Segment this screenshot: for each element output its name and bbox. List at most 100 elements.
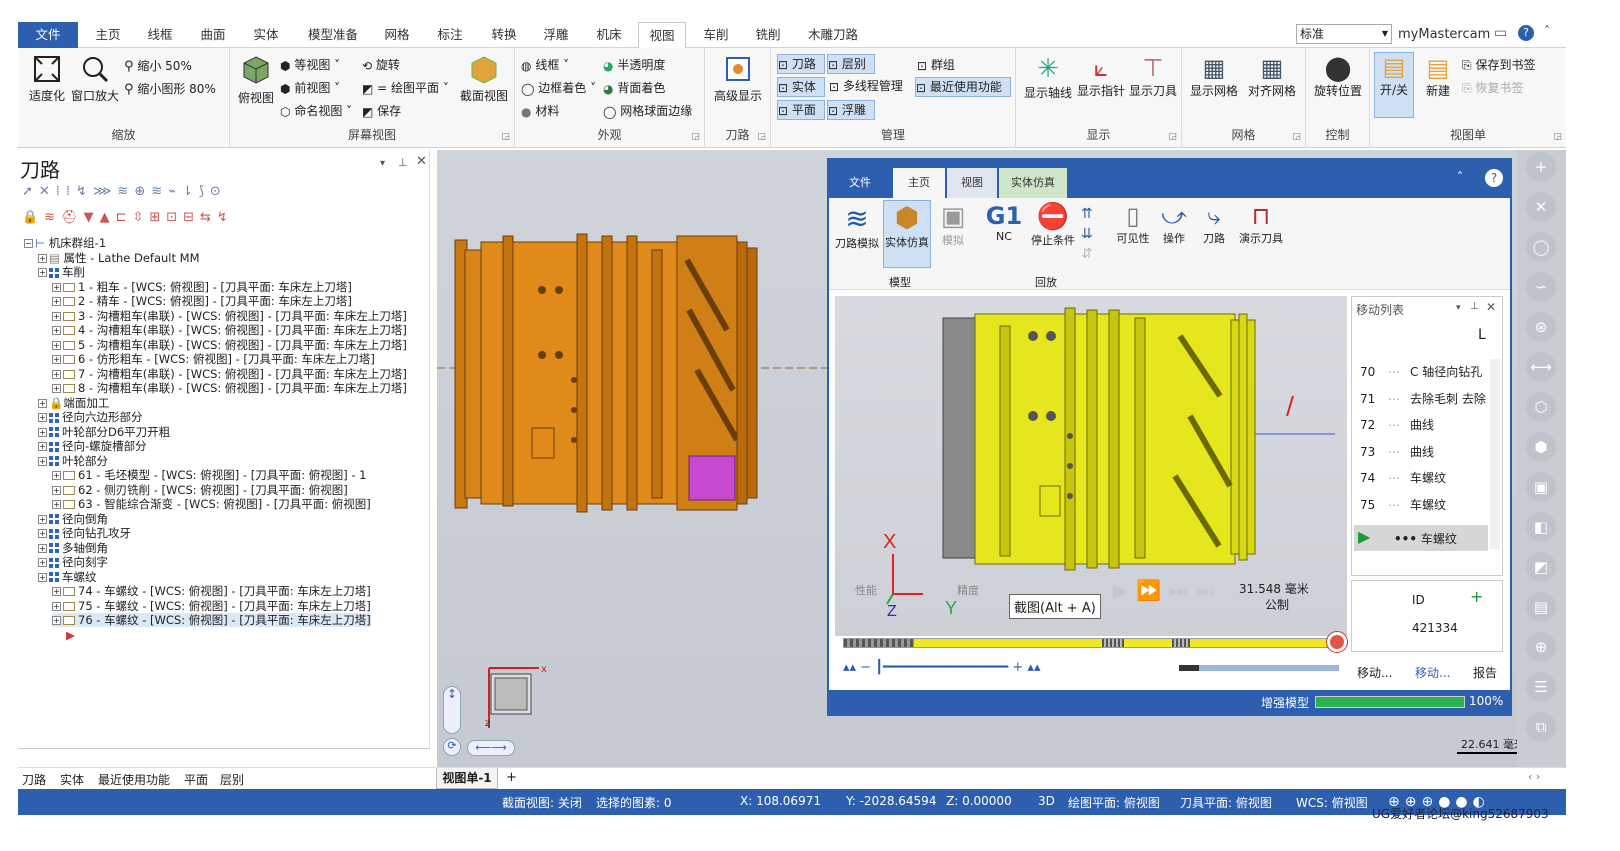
expand-icon[interactable]: + [52,587,61,596]
dialog-launcher-icon[interactable]: ◲ [691,132,700,142]
toolpath-group[interactable]: + 叶轮部分 [38,454,108,468]
operation-button[interactable]: ⤻ 操作 [1155,202,1193,246]
viewsheet-tab[interactable]: 视图单-1 [436,768,498,789]
demo-tool-button[interactable]: ⊓ 演示刀具 [1235,202,1287,246]
toolpath-group[interactable]: + 径向钻孔攻牙 [38,526,131,540]
expand-icon[interactable]: + [52,500,61,509]
bottom-tab-report[interactable]: 报告 [1473,664,1497,681]
toolpath-operation[interactable]: +74 - 车螺纹 - [WCS: 俯视图] - [刀具平面: 车床左上刀塔] [52,584,371,598]
chat-icon[interactable]: ▭ [1494,25,1507,41]
save-view-button[interactable]: ◩ 保存 [362,102,401,119]
toolpath-operation[interactable]: +8 - 沟槽粗车(串联) - [WCS: 俯视图] - [刀具平面: 车床左上… [52,381,407,395]
manager-recent-toggle[interactable]: ⊡ 最近使用功能 [915,77,1011,97]
expand-icon[interactable]: + [38,268,47,277]
expand-icon[interactable]: + [38,427,47,437]
dialog-launcher-icon[interactable]: ◲ [1168,132,1177,142]
tab-wood[interactable]: 木雕刀路 [800,22,866,48]
mesh-edges-button[interactable]: ◯ 网格球面边缘 [603,102,692,119]
manager-layer-toggle[interactable]: ⊡ 层别 [827,54,875,74]
nc-button[interactable]: G1 NC [979,202,1029,243]
expand-icon[interactable]: + [38,558,47,567]
tab-mesh[interactable]: 网格 [375,22,419,48]
toolpath-operation[interactable]: +6 - 仿形粗车 - [WCS: 俯视图] - [刀具平面: 车床左上刀塔] [52,352,375,366]
expand-icon[interactable]: + [38,413,47,422]
fillet-icon[interactable]: ⊛ [1526,312,1556,342]
toolpath-toolbar-2[interactable]: 🔒≋⛑▼▲⊏⇳⊞⊡⊟⇆↯ [22,210,234,225]
show-grid-button[interactable]: ▦ 显示网格 [1186,54,1242,99]
timeline-end-marker[interactable] [1327,632,1347,652]
translucent-button[interactable]: ◕ 半透明度 [603,56,665,73]
expand-icon[interactable]: + [52,297,61,306]
sim-toolpath-button[interactable]: ⤷ 刀路 [1195,202,1233,246]
fit-button[interactable]: 适度化 [24,54,70,104]
toolpath-operation[interactable]: +5 - 沟槽粗车(串联) - [WCS: 俯视图] - [刀具平面: 车床左上… [52,338,407,352]
expand-icon[interactable]: + [52,616,61,625]
move-list-scrollbar[interactable] [1490,359,1500,549]
expand-icon[interactable]: + [38,543,47,553]
snap-icon[interactable]: ✕ [1526,192,1556,222]
toolpath-group[interactable]: + 多轴倒角 [38,541,108,555]
transform-icon[interactable]: ▤ [1526,592,1556,622]
status-cplane[interactable]: 绘图平面: 俯视图 [1068,794,1160,811]
manager-toolpath-toggle[interactable]: ⊡ 刀路 [777,54,825,74]
toolpath-group[interactable]: + 径向六边形部分 [38,410,143,424]
current-move-row[interactable]: ▶ ••• 车螺纹 [1354,525,1488,551]
eq-plane-button[interactable]: ◩ = 绘图平面 ˅ [362,79,449,96]
section-view-button[interactable]: 截面视图 [456,54,512,104]
wireframe-button[interactable]: ◍ 线框 ˅ [521,56,569,73]
tab-relief[interactable]: 浮雕 [534,22,578,48]
toolpath-operation[interactable]: +75 - 车螺纹 - [WCS: 俯视图] - [刀具平面: 车床左上刀塔] [52,599,371,613]
toolpath-group[interactable]: + 叶轮部分D6平刀开粗 [38,425,170,439]
expand-icon[interactable]: + [52,340,61,350]
tab-solids[interactable]: 实体 [60,771,84,788]
tab-recent[interactable]: 最近使用功能 [98,771,170,788]
dialog-launcher-icon[interactable]: ◲ [757,132,766,142]
expand-icon[interactable]: + [38,253,47,263]
expand-icon[interactable]: + [38,398,47,408]
scroll-arrows-icon[interactable]: ‹ › [1528,770,1540,783]
dialog-launcher-icon[interactable]: ◲ [1553,132,1562,142]
vertical-pan-icon[interactable]: ↕ [443,686,461,734]
tab-view[interactable]: 视图 [638,22,686,49]
play-icon[interactable]: ▶ [1358,527,1370,546]
toolpath-operation[interactable]: +4 - 沟槽粗车(串联) - [WCS: 俯视图] - [刀具平面: 车床左上… [52,323,407,337]
show-tool-button[interactable]: ⊤ 显示刀具 [1126,54,1180,99]
stop-condition-button[interactable]: ⛔ 停止条件 [1029,202,1077,248]
manager-multithread-toggle[interactable]: ⊡ 多线程管理 [829,77,903,94]
edge-shade-button[interactable]: ◯ 边框着色 ˅ [521,79,596,96]
expand-icon[interactable]: + [52,485,61,495]
toolpath-operation[interactable]: +76 - 车螺纹 - [WCS: 俯视图] - [刀具平面: 车床左上刀塔] [52,613,371,627]
style-select[interactable]: 标准 ▼ [1296,24,1392,44]
manager-relief-toggle[interactable]: ⊡ 浮雕 [827,100,875,120]
collapse-icon[interactable]: − [24,239,33,248]
named-view-button[interactable]: ⬡ 命名视图 ˅ [280,102,352,119]
material-button[interactable]: ● 材料 [521,102,559,119]
toolpath-group[interactable]: + 径向倒角 [38,512,108,526]
move-list-item[interactable]: 74 ⋯ 车螺纹 [1352,465,1502,491]
manager-group-toggle[interactable]: ⊡ 群组 [917,56,955,73]
toolpath-group[interactable]: + 🔒端面加工 [38,396,109,410]
manager-plane-toggle[interactable]: ⊡ 平面 [777,100,825,120]
toolpath-group[interactable]: + 车削 [38,265,85,279]
rotate-view-icon[interactable]: ⟳ [443,738,461,756]
expand-icon[interactable]: + [52,384,61,393]
color-icon[interactable]: ◩ [1526,552,1556,582]
toolpath-group[interactable]: + 径向刻字 [38,555,108,569]
toolpath-operation[interactable]: +61 - 毛坯模型 - [WCS: 俯视图] - [刀具平面: 俯视图] - … [52,468,367,482]
tab-home[interactable]: 主页 [86,22,130,48]
mesh-icon[interactable]: ⬢ [1526,432,1556,462]
expand-icon[interactable]: + [38,572,47,582]
zoom-in-icon[interactable]: + [1526,152,1556,182]
tab-annotate[interactable]: 标注 [428,22,472,48]
move-list-item[interactable]: 73 ⋯ 曲线 [1352,439,1502,465]
toolpath-operation[interactable]: +2 - 精车 - [WCS: 俯视图] - [刀具平面: 车床左上刀塔] [52,294,352,308]
tab-levels[interactable]: 层别 [220,771,244,788]
dialog-launcher-icon[interactable]: ◲ [501,132,510,142]
secondary-slider[interactable] [1179,665,1339,671]
toolpath-group[interactable]: + 车螺纹 [38,570,97,584]
close-icon[interactable]: ✕ [1486,300,1496,314]
toolpath-group[interactable]: + ▤ 属性 - Lathe Default MM [38,251,200,265]
simulator-viewport[interactable]: X Y Z 性能 精度 ▶⏩⏭⏭ 31.548 毫米 公制 [835,296,1347,636]
rotate-position-button[interactable]: ⬤ 旋转位置 [1310,54,1366,99]
collapse-icon[interactable]: ˄ [1457,170,1463,184]
